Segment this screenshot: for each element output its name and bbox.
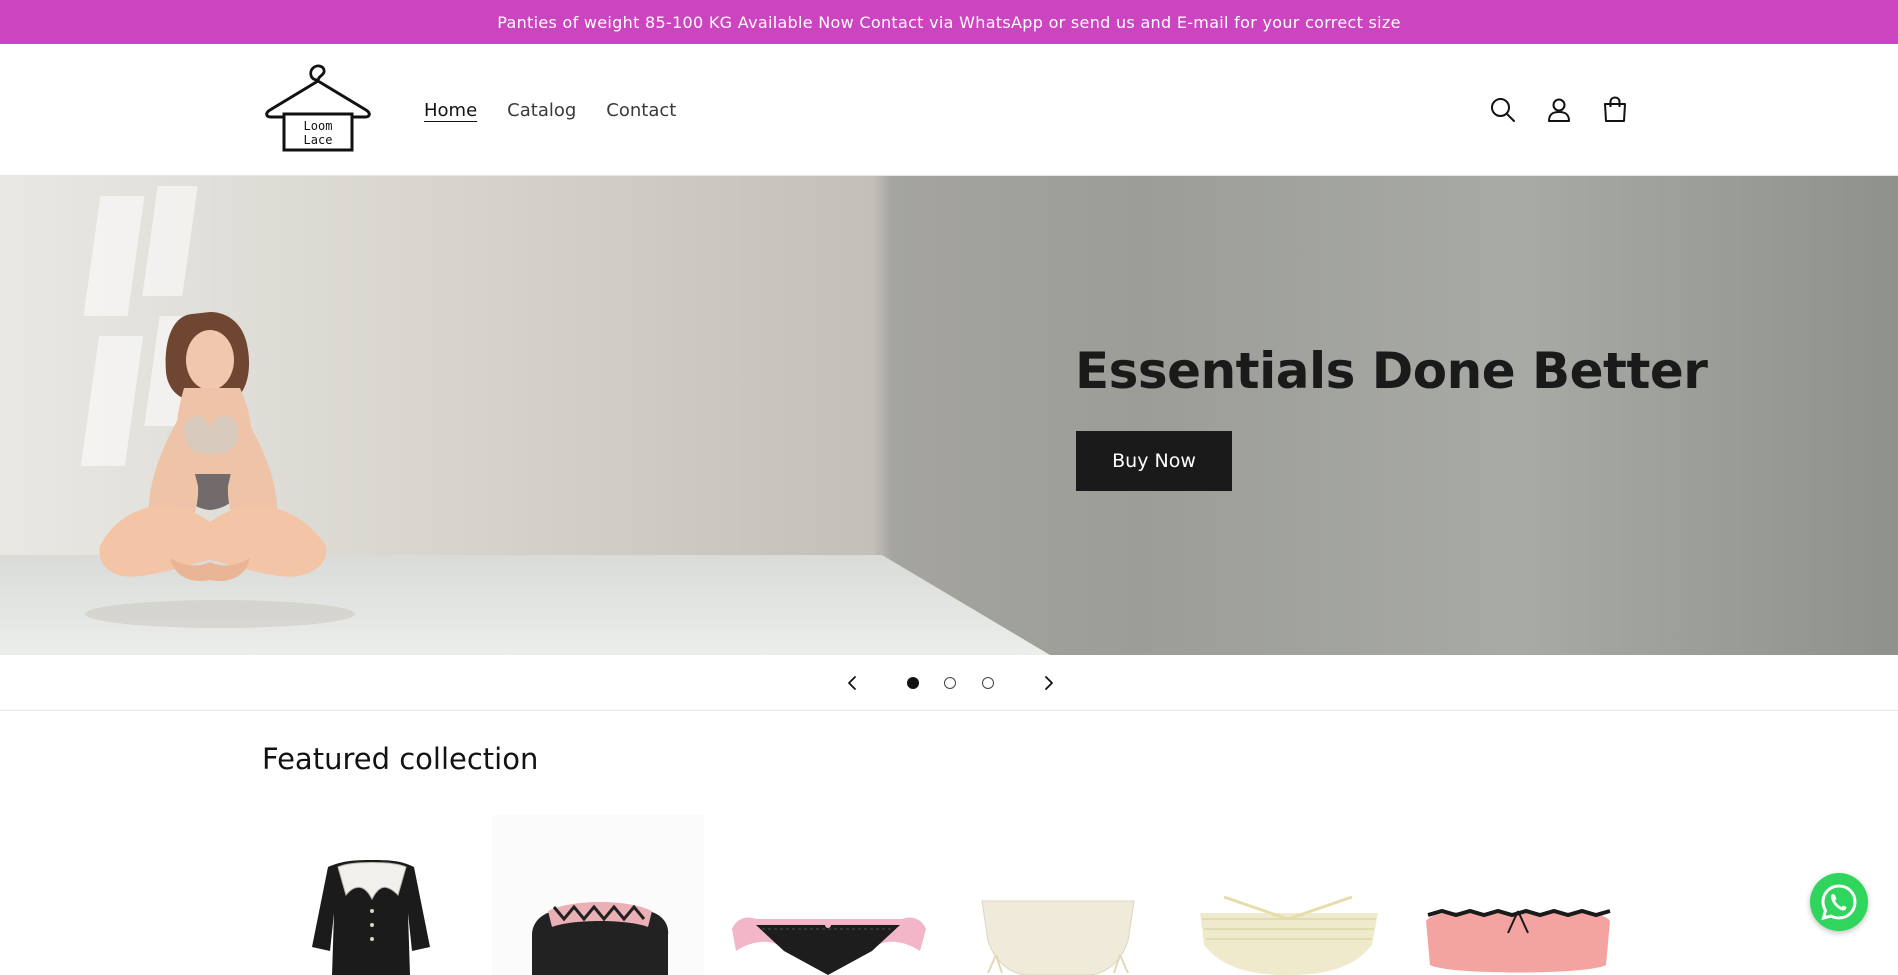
featured-collection-title: Featured collection bbox=[262, 742, 539, 776]
product-image bbox=[492, 815, 704, 975]
announcement-bar: Panties of weight 85-100 KG Available No… bbox=[0, 0, 1898, 44]
hero-banner: Essentials Done Better Buy Now bbox=[0, 176, 1898, 655]
slide-dot-2[interactable] bbox=[944, 677, 956, 689]
header-icons bbox=[1488, 44, 1630, 176]
product-card-pink-lace-thong[interactable] bbox=[722, 815, 934, 975]
slide-dot-1[interactable] bbox=[907, 677, 919, 689]
product-image bbox=[1426, 908, 1611, 973]
search-icon[interactable] bbox=[1488, 95, 1518, 125]
whatsapp-button[interactable] bbox=[1810, 873, 1868, 931]
cart-icon[interactable] bbox=[1600, 95, 1630, 125]
previous-slide-icon[interactable] bbox=[840, 671, 864, 695]
store-logo[interactable]: Loom Lace bbox=[262, 62, 374, 154]
nav-contact[interactable]: Contact bbox=[606, 100, 676, 121]
nav-home[interactable]: Home bbox=[424, 100, 477, 121]
nav-catalog[interactable]: Catalog bbox=[507, 100, 576, 121]
buy-now-button[interactable]: Buy Now bbox=[1076, 431, 1232, 491]
product-grid bbox=[262, 815, 1636, 975]
product-card-dress[interactable] bbox=[262, 815, 474, 975]
main-nav: Home Catalog Contact bbox=[424, 44, 676, 176]
product-image bbox=[732, 917, 926, 975]
model-image bbox=[85, 312, 355, 628]
product-card-pink-ruffle-panty[interactable] bbox=[1412, 815, 1624, 975]
hero-heading: Essentials Done Better bbox=[1075, 342, 1708, 400]
product-image bbox=[1200, 895, 1378, 975]
slide-dot-3[interactable] bbox=[982, 677, 994, 689]
next-slide-icon[interactable] bbox=[1037, 671, 1061, 695]
product-image bbox=[981, 900, 1135, 975]
logo-text-line2: Lace bbox=[304, 133, 333, 147]
product-card-black-lace-panty[interactable] bbox=[492, 815, 704, 975]
whatsapp-icon bbox=[1821, 884, 1857, 921]
product-card-cream-ribbon-panty[interactable] bbox=[952, 815, 1164, 975]
product-card-cream-lace-panty[interactable] bbox=[1182, 815, 1394, 975]
announcement-text: Panties of weight 85-100 KG Available No… bbox=[497, 12, 1401, 32]
account-icon[interactable] bbox=[1544, 95, 1574, 125]
window-light bbox=[142, 186, 198, 296]
product-image bbox=[312, 860, 430, 975]
slideshow-controls bbox=[0, 655, 1898, 711]
logo-text-line1: Loom bbox=[304, 119, 333, 133]
site-header: Loom Lace Home Catalog Contact bbox=[0, 44, 1898, 176]
